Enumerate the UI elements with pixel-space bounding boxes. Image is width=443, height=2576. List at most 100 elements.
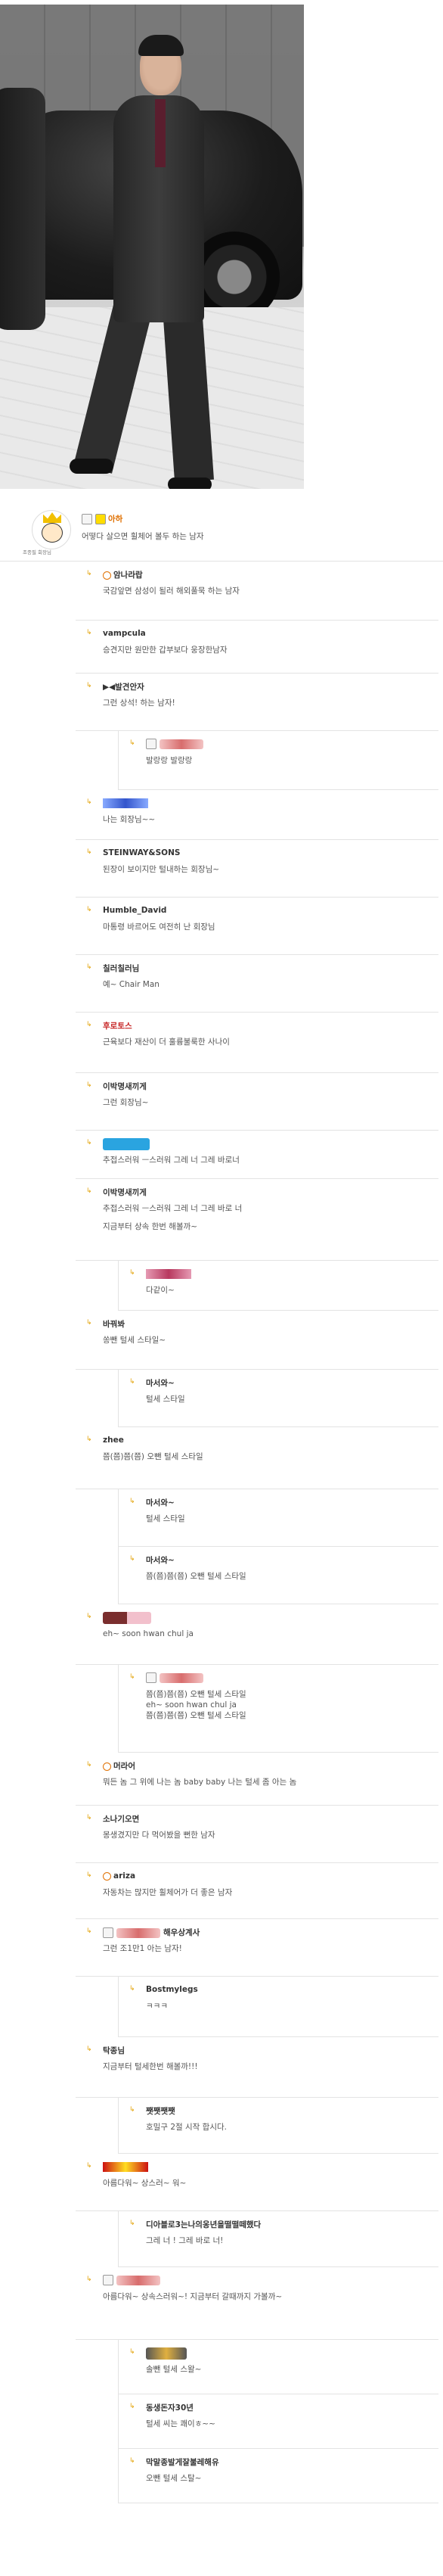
comment-text: 자동차는 많지만 휠체어가 더 좋은 남자: [103, 1888, 233, 1897]
reply-arrow-icon: ↳: [129, 1498, 135, 1505]
comment-author[interactable]: STEINWAY&SONS: [103, 848, 180, 857]
comment-author[interactable]: Bostmylegs: [146, 1985, 198, 1994]
comment-text: 아름다워~ 상스러~ 워~: [103, 2179, 187, 2188]
sticker-icon: [116, 1927, 160, 1938]
comment-text-line: eh~ soon hwan chul ja: [146, 1700, 237, 1710]
reply-arrow-icon: ↳: [86, 1613, 92, 1620]
comment-author[interactable]: 암나라랍: [113, 571, 143, 580]
comment-header: [103, 1612, 151, 1624]
comment-text: 그레 너 ! 그레 바로 너!: [146, 2236, 224, 2245]
reply-arrow-icon: ↳: [129, 1673, 135, 1681]
comment-header: 소나기오면: [103, 1813, 139, 1825]
comment-author[interactable]: 마서와~: [146, 1498, 175, 1507]
sticker-icon: [160, 1672, 203, 1683]
comment-header: 이박명새끼게: [103, 1081, 147, 1092]
comment-text: 몽생겼지만 다 먹어봤을 뻔한 남자: [103, 1831, 215, 1840]
comment-item: ↳ 소나기오면 몽생겼지만 다 먹어봤을 뻔한 남자: [76, 1806, 438, 1863]
comment-header: zhee: [103, 1435, 124, 1445]
comment-author[interactable]: 칠러칠러님: [103, 964, 139, 973]
badge-icon: [103, 1871, 111, 1881]
comment-item: ↳ Humble_David 마통령 바르어도 여전히 난 회장님: [76, 898, 438, 955]
comment-author[interactable]: 마서와~: [146, 1379, 175, 1388]
sticker-icon: [160, 739, 203, 749]
comment-author[interactable]: 디아블로3는나의옹년을떨떨떼했다: [146, 2220, 261, 2229]
person-left: [0, 88, 45, 330]
comment-author[interactable]: 이박명새끼게: [103, 1188, 147, 1197]
comment-text: 된장이 보이지만 털내하는 회장님~: [103, 865, 220, 874]
comment-header: [146, 1268, 191, 1279]
comment-author[interactable]: 마서와~: [146, 1556, 175, 1565]
comment-text: 승견지만 원만한 갑부보다 웅장한남자: [103, 646, 228, 655]
reply-item: ↳ Bostmylegs ㅋㅋㅋ: [118, 1977, 438, 2037]
comment-item: ↳ zhee 쯤(쯤)쯤(쯤) 오뺀 털세 스타일: [76, 1427, 438, 1489]
reply-arrow-icon: ↳: [86, 963, 92, 971]
comment-header: 동생돈자30년: [146, 2402, 194, 2413]
crown-icon: [43, 512, 61, 523]
person-hair: [138, 35, 184, 56]
comment-author[interactable]: 후로토스: [103, 1022, 132, 1031]
comment-text: 쯤(쯤)쯤(쯤) 오뺀 털세 스타일: [146, 1690, 246, 1699]
comment-author[interactable]: 쨋쨋쨋쨋: [146, 2107, 175, 2116]
comment-text: 쯤(쯤)쯤(쯤) 오뺀 털세 스타일: [103, 1452, 203, 1461]
comment-item: ↳ 후로토스 근육보다 재산이 더 훌륭불룩한 사나이: [76, 1013, 438, 1073]
sticker-icon: [103, 2161, 148, 2172]
comment-text: 추접스러워 ㅡ스러워 그레 너 그레 바로너: [103, 1156, 240, 1165]
level-icon: [82, 514, 92, 524]
comment-item: ↳ ariza 자동차는 많지만 휠체어가 더 좋은 남자: [76, 1863, 438, 1919]
comment-author[interactable]: 이박명새끼게: [103, 1082, 147, 1091]
badge-icon: [103, 571, 111, 580]
comment-header: Bostmylegs: [146, 1984, 198, 1994]
comment-author[interactable]: 탁종님: [103, 2046, 125, 2055]
reply-arrow-icon: ↳: [129, 1269, 135, 1277]
comment-author[interactable]: 동생돈자30년: [146, 2403, 194, 2413]
comment-author[interactable]: 아하: [108, 515, 122, 524]
comment-item: ↳ ▶◀발견안자 그런 상석! 하는 남자!: [76, 674, 438, 731]
comment-text: 쏭뺀 털세 스타일~: [103, 1336, 166, 1345]
comment-header: ariza: [103, 1871, 135, 1881]
comment-header: 후로토스: [103, 1020, 132, 1031]
person-tie: [155, 99, 166, 167]
reply-item: ↳ 발랑랑 발랑랑: [118, 731, 438, 790]
comment-author[interactable]: ariza: [113, 1871, 135, 1881]
comment-header: 이박명새끼게: [103, 1187, 147, 1198]
comment-text: 쯤(쯤)쯤(쯤) 오뺀 털세 스타일: [146, 1572, 246, 1581]
comment-item: ↳ 암나라랍 국감앞면 삼성이 될러 해외풀묵 하는 남자: [76, 562, 438, 621]
reply-arrow-icon: ↳: [129, 2106, 135, 2114]
reply-arrow-icon: ↳: [86, 1871, 92, 1879]
comment-text: ㅋㅋㅋ: [146, 2002, 168, 2011]
reply-item: ↳ 쨋쨋쨋쨋 호밀구 2절 시작 합시다.: [118, 2098, 438, 2154]
avatar-icon: [32, 510, 71, 549]
reply-arrow-icon: ↳: [86, 1436, 92, 1443]
comment-item: ↳ 머라어 뭐든 놈 그 위에 나는 놈 baby baby 나는 털세 좀 아는 …: [76, 1753, 438, 1806]
reply-arrow-icon: ↳: [129, 2220, 135, 2227]
comment-author[interactable]: 머라어: [113, 1762, 135, 1771]
comment-author[interactable]: vampcula: [103, 629, 146, 638]
comment-author[interactable]: 바꿔봐: [103, 1320, 125, 1329]
sticker-icon: [103, 798, 148, 808]
badge-icon: [103, 1762, 111, 1771]
comment-item: ↳ 해우상계사 그런 조1만1 아는 남자!: [76, 1919, 438, 1977]
reply-item: ↳ 디아블로3는나의옹년을떨떨떼했다그레 너 ! 그레 바로 너!: [118, 2211, 438, 2267]
comment-author[interactable]: Humble_David: [103, 906, 166, 915]
comment-item: ↳ 바꿔봐 쏭뺀 털세 스타일~: [76, 1311, 438, 1370]
comment-author[interactable]: zhee: [103, 1436, 124, 1445]
comment-item: ↳ 아름다워~ 상스러~ 워~: [76, 2154, 438, 2211]
avatar-icon: [146, 1672, 156, 1683]
sticker-icon: [146, 2347, 187, 2360]
sticker-icon: [116, 2275, 160, 2285]
comment-text-line: 지금부터 상속 한번 해볼까~: [103, 1222, 198, 1231]
comment-text: 털세 스타일: [146, 1395, 185, 1404]
comment-item: ↳ 아름다워~ 상속스러워~! 지금부터 갈때까지 가볼까~: [76, 2267, 438, 2340]
comment-item: ↳ eh~ soon hwan chul ja: [76, 1604, 438, 1665]
comment-item: ↳ 나는 회장님~~: [76, 790, 438, 840]
comment-header: [103, 798, 148, 808]
reply-arrow-icon: ↳: [129, 1555, 135, 1563]
comment-author[interactable]: ▶◀발견안자: [103, 683, 144, 692]
reply-arrow-icon: ↳: [86, 848, 92, 856]
avatar-icon: [103, 1927, 113, 1938]
comment-author[interactable]: 막말종발게잘불레해유: [146, 2458, 219, 2467]
reply-item: ↳ 동생돈자30년 털세 씨는 쾌이ㅎ~~: [118, 2394, 438, 2449]
comment-author[interactable]: 소나기오면: [103, 1815, 139, 1824]
comment-text: 그런 상석! 하는 남자!: [103, 698, 175, 708]
comment-author[interactable]: 해우상계사: [163, 1928, 200, 1937]
